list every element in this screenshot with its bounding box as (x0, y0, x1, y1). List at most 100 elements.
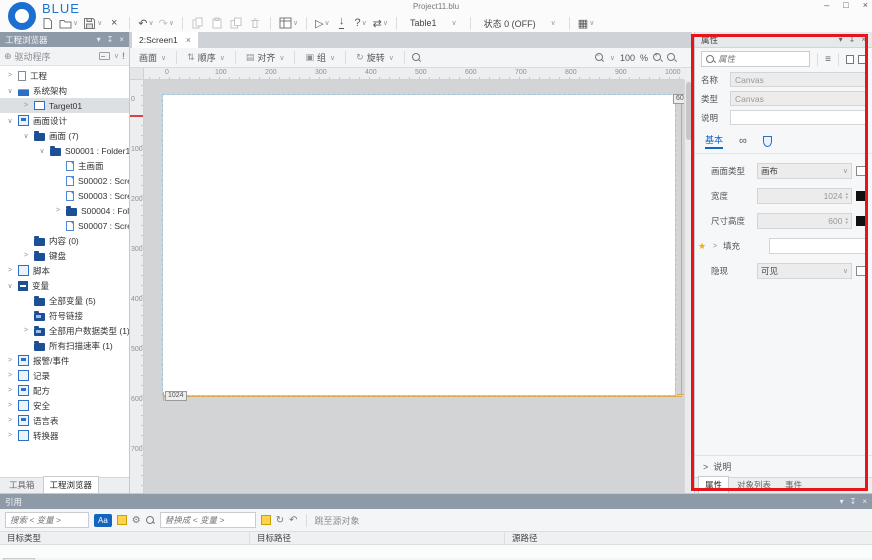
delete-icon[interactable] (248, 16, 262, 31)
tab-events[interactable]: 事件 (779, 477, 808, 493)
description-field[interactable] (730, 110, 866, 125)
order-dropdown[interactable]: ⇅顺序∨ (184, 51, 228, 64)
column-target-type[interactable]: 目标类型 (0, 532, 250, 544)
undo-icon[interactable]: ↶ (289, 515, 297, 526)
expand-icon[interactable]: > (711, 243, 719, 250)
property-search-box[interactable] (701, 51, 810, 67)
chevron-right-icon[interactable] (6, 387, 14, 394)
tree-item[interactable]: S00002 : Screen1 [画布] (0, 173, 129, 188)
chevron-down-icon[interactable] (22, 132, 30, 140)
chevron-down-icon[interactable]: ∨ (610, 54, 615, 62)
star-icon[interactable]: ★ (697, 241, 707, 252)
tree-item[interactable]: S00004 : Folder2 [栅格] (0, 203, 129, 218)
property-search-input[interactable] (718, 54, 788, 64)
panel-close-icon[interactable]: × (119, 35, 124, 44)
pin-icon[interactable]: ↧ (850, 497, 857, 506)
chevron-right-icon[interactable] (54, 207, 62, 214)
tree-item[interactable]: 转换器 (0, 428, 129, 443)
tree-item[interactable]: 画面 (7) (0, 128, 129, 143)
pin-icon[interactable]: ↧ (107, 35, 114, 44)
undo-icon[interactable]: ↶∨ (138, 16, 153, 31)
panel-close-icon[interactable]: × (862, 497, 867, 506)
jump-to-source-button[interactable]: 跳至源对象 (315, 514, 360, 527)
zoom-fit-icon[interactable] (667, 53, 676, 62)
chevron-down-icon[interactable] (6, 87, 14, 95)
tree-item[interactable]: 主画面 (0, 158, 129, 173)
chevron-right-icon[interactable] (22, 252, 30, 259)
chevron-down-icon[interactable]: ∨ (114, 52, 119, 60)
chevron-down-icon[interactable] (6, 282, 14, 290)
chevron-right-icon[interactable] (6, 432, 14, 439)
chevron-right-icon[interactable] (6, 72, 14, 79)
match-case-button[interactable]: Aa (94, 514, 112, 527)
column-target-path[interactable]: 目标路径 (250, 532, 505, 544)
tab-object-list[interactable]: 对象列表 (731, 477, 777, 493)
panel-menu-icon[interactable]: ▾ (839, 35, 843, 44)
replace-swatch[interactable] (261, 515, 271, 525)
zoom-region-icon[interactable] (412, 53, 421, 62)
filter-swatch[interactable] (117, 515, 127, 525)
replace-box[interactable] (160, 512, 256, 528)
tree-item[interactable]: 符号链接 (0, 308, 129, 323)
canvas-viewport[interactable]: 600 1024 (144, 80, 684, 493)
pin-icon[interactable]: ↧ (849, 35, 856, 44)
expand-icon[interactable]: > (703, 462, 708, 472)
panel-menu-icon[interactable]: ▾ (97, 35, 101, 44)
copy-icon[interactable] (191, 16, 205, 31)
zoom-in-icon[interactable]: + (653, 53, 662, 62)
screen-type-checkbox[interactable] (856, 166, 866, 176)
visibility-select[interactable]: 可见∨ (757, 263, 852, 279)
name-field[interactable] (730, 72, 866, 87)
duplicate-icon[interactable] (229, 16, 243, 31)
chevron-down-icon[interactable] (6, 117, 14, 125)
new-file-icon[interactable] (40, 16, 54, 31)
minimize-button[interactable]: – (824, 0, 829, 10)
search-input[interactable] (10, 515, 84, 525)
paste-icon[interactable] (210, 16, 224, 31)
download-icon[interactable]: ↓ (335, 16, 349, 31)
close-button[interactable]: × (863, 0, 868, 10)
tab-toolbox[interactable]: 工具箱 (3, 477, 41, 493)
list-view-icon[interactable]: ≡ (825, 54, 831, 65)
rotate-dropdown[interactable]: ↻旋转∨ (353, 51, 397, 64)
add-icon[interactable]: ⊕ (4, 51, 12, 62)
vertical-scrollbar[interactable] (684, 80, 692, 493)
tree-item[interactable]: 全部变量 (5) (0, 293, 129, 308)
screen-type-select[interactable]: 画布∨ (757, 163, 852, 179)
device-icon[interactable] (99, 52, 110, 60)
group-dropdown[interactable]: ▣组∨ (302, 51, 338, 64)
refresh-icon[interactable]: ↻ (276, 515, 284, 526)
chevron-right-icon[interactable] (6, 357, 14, 364)
run-icon[interactable]: ▷∨ (315, 16, 330, 31)
driver-button[interactable]: 驱动程序 (15, 50, 51, 63)
tree-item[interactable]: 记录 (0, 368, 129, 383)
tree-item[interactable]: 全部用户数据类型 (1) (0, 323, 129, 338)
tree-item[interactable]: 所有扫描速率 (1) (0, 338, 129, 353)
type-field[interactable] (730, 91, 866, 106)
tree-item[interactable]: 内容 (0) (0, 233, 129, 248)
copy-properties-icon[interactable] (846, 55, 854, 64)
fill-input[interactable] (769, 238, 866, 254)
panel-close-icon[interactable]: × (861, 35, 866, 44)
tree-item[interactable]: 报警/事件 (0, 353, 129, 368)
tab-properties[interactable]: 属性 (698, 476, 729, 493)
scrollbar-thumb[interactable] (686, 82, 692, 140)
grid-view-icon[interactable]: ▦∨ (578, 16, 595, 31)
height-input[interactable]: 600▴▾ (757, 213, 852, 229)
maximize-button[interactable]: □ (843, 0, 848, 10)
link-tab-icon[interactable]: ∞ (739, 137, 747, 145)
tree-item[interactable]: S00001 : Folder1 [左对齐] (0, 143, 129, 158)
chevron-down-icon[interactable] (38, 147, 46, 155)
chevron-right-icon[interactable] (6, 372, 14, 379)
state-selector[interactable]: 状态 0 (OFF)∨ (479, 16, 561, 31)
tab-screen1[interactable]: 2:Screen1 × (132, 32, 198, 48)
search-box[interactable] (5, 512, 89, 528)
align-dropdown[interactable]: ▤对齐∨ (243, 51, 288, 64)
tree-item[interactable]: 语言表 (0, 413, 129, 428)
tree-item[interactable]: S00003 : Screen2 [画布] (0, 188, 129, 203)
tree-item[interactable]: 系统架构 (0, 83, 129, 98)
chevron-right-icon[interactable] (22, 327, 30, 334)
visibility-checkbox[interactable] (856, 266, 866, 276)
zoom-out-icon[interactable]: − (595, 53, 604, 62)
chevron-right-icon[interactable] (22, 102, 30, 109)
